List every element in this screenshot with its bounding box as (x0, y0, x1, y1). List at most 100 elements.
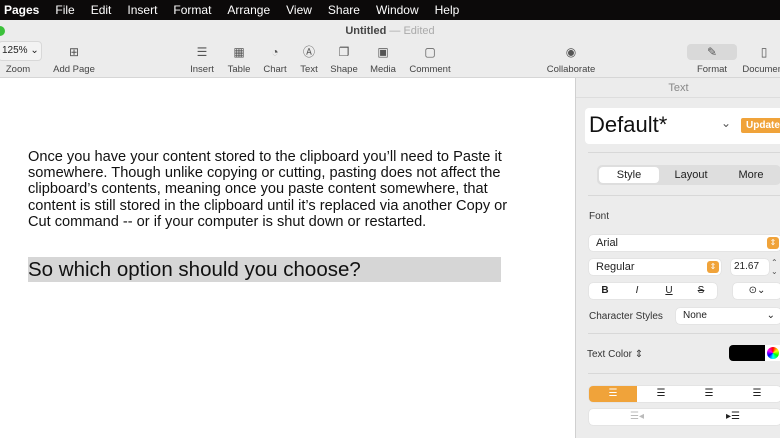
paragraph-style-picker[interactable]: Default* ⌄ Update (585, 108, 780, 144)
stepper-icon: ⇕ (707, 261, 719, 273)
style-name: Default* (589, 112, 668, 137)
justify-icon[interactable]: ☰ (733, 386, 780, 402)
color-wheel-icon (767, 347, 779, 359)
selected-heading[interactable]: So which option should you choose? (28, 257, 501, 282)
tab-more[interactable]: More (721, 165, 780, 185)
insert-icon: ☰ (196, 45, 208, 59)
divider (588, 195, 780, 196)
update-button[interactable]: Update (741, 118, 780, 133)
divider (588, 333, 780, 334)
doc-title: Untitled (345, 25, 387, 37)
character-styles-value: None (683, 310, 707, 321)
align-center-icon[interactable]: ☰ (637, 386, 685, 402)
typeface-select[interactable]: Regular ⇕ (589, 259, 721, 275)
divider (588, 152, 780, 153)
underline-button[interactable]: U (653, 283, 685, 299)
color-wheel-button[interactable] (765, 345, 780, 361)
divider (588, 373, 780, 374)
italic-button[interactable]: I (621, 283, 653, 299)
document-icon: ▯ (760, 45, 768, 59)
font-label: Font (589, 211, 610, 222)
insert-label: Insert (190, 64, 214, 75)
format-button[interactable]: ✎ Format (687, 44, 737, 75)
typeface-value: Regular (596, 261, 635, 273)
zoom-value: 125% (2, 45, 28, 56)
add-page-icon: ⊞ (68, 45, 80, 59)
zoom-label: Zoom (5, 64, 31, 75)
comment-button[interactable]: ▢ Comment (409, 44, 450, 75)
font-family-select[interactable]: Arial ⇕ (589, 235, 780, 251)
zoom-select[interactable]: 125% ⌄ (0, 41, 42, 61)
menu-bar: Pages File Edit Insert Format Arrange Vi… (0, 0, 780, 20)
collaborate-label: Collaborate (546, 64, 596, 75)
shape-button[interactable]: ❐ Shape (330, 44, 357, 75)
tab-style[interactable]: Style (599, 167, 659, 183)
indent-buttons: ☰◂ ▸☰ (589, 409, 780, 425)
character-styles-label: Character Styles (589, 311, 663, 322)
font-family-value: Arial (596, 237, 619, 249)
font-size-stepper[interactable]: ⌃ ⌄ (771, 258, 778, 276)
menu-help[interactable]: Help (435, 3, 460, 17)
text-color-label[interactable]: Text Color ⇕ (587, 349, 643, 360)
chart-label: Chart (263, 64, 287, 75)
add-page-button[interactable]: ⊞ Add Page (53, 44, 95, 75)
sidebar-header: Text (576, 78, 780, 98)
bold-button[interactable]: B (589, 283, 621, 299)
document-button[interactable]: ▯ Document (742, 44, 780, 75)
chart-button[interactable]: ◔ Chart (263, 44, 286, 75)
text-box-icon: Ⓐ (302, 45, 315, 59)
menu-format[interactable]: Format (173, 3, 211, 17)
collaborate-button[interactable]: ◉ Collaborate (547, 44, 596, 75)
text-color-well[interactable] (729, 345, 765, 361)
strikethrough-button[interactable]: S (685, 283, 717, 299)
shape-icon: ❐ (338, 45, 350, 59)
title-sep: — (389, 25, 401, 37)
media-button[interactable]: ▣ Media (370, 44, 396, 75)
chevron-down-icon: ⌄ (766, 310, 775, 321)
comment-label: Comment (409, 64, 451, 75)
increase-indent-icon[interactable]: ▸☰ (685, 409, 780, 425)
format-label: Format (696, 64, 728, 75)
format-sidebar: Text Default* ⌄ Update Style Layout More… (575, 78, 780, 438)
document-label: Document (742, 64, 780, 75)
paintbrush-icon: ✎ (687, 44, 737, 60)
chevron-down-icon[interactable]: ⌄ (721, 116, 731, 130)
add-page-label: Add Page (53, 64, 95, 75)
shape-label: Shape (330, 64, 358, 75)
menu-view[interactable]: View (286, 3, 312, 17)
collaborate-icon: ◉ (565, 45, 577, 59)
menu-app[interactable]: Pages (4, 3, 39, 17)
toolbar: Untitled — Edited 125% ⌄ Zoom ⊞ Add Page … (0, 20, 780, 78)
menu-arrange[interactable]: Arrange (227, 3, 270, 17)
menu-window[interactable]: Window (376, 3, 419, 17)
advanced-options-button[interactable]: ⊙⌄ (733, 283, 780, 299)
chart-icon: ◔ (271, 45, 279, 59)
comment-icon: ▢ (424, 45, 436, 59)
document-canvas[interactable]: Once you have your content stored to the… (0, 78, 575, 438)
insert-button[interactable]: ☰ Insert (190, 44, 214, 75)
table-label: Table (227, 64, 251, 75)
decrease-indent-icon[interactable]: ☰◂ (589, 409, 685, 425)
align-right-icon[interactable]: ☰ (685, 386, 733, 402)
table-button[interactable]: ▦ Table (228, 44, 251, 75)
text-label: Text (300, 64, 318, 75)
menu-file[interactable]: File (55, 3, 74, 17)
stepper-icon: ⇕ (767, 237, 779, 249)
align-left-icon[interactable]: ☰ (589, 386, 637, 402)
font-size-input[interactable]: 21.67 pt (731, 259, 769, 275)
text-color-label-text: Text Color (587, 349, 633, 360)
alignment-buttons: ☰ ☰ ☰ ☰ (589, 386, 780, 402)
window-title: Untitled — Edited (0, 25, 780, 37)
text-button[interactable]: Ⓐ Text (300, 44, 317, 75)
table-icon: ▦ (233, 45, 245, 59)
body-paragraph[interactable]: Once you have your content stored to the… (28, 149, 508, 230)
menu-share[interactable]: Share (328, 3, 360, 17)
font-style-buttons: B I U S (589, 283, 717, 299)
tab-layout[interactable]: Layout (661, 165, 721, 185)
media-icon: ▣ (377, 45, 389, 59)
edited-status: Edited (403, 25, 435, 37)
text-tabs: Style Layout More (597, 165, 780, 185)
menu-insert[interactable]: Insert (127, 3, 157, 17)
menu-edit[interactable]: Edit (91, 3, 112, 17)
character-styles-select[interactable]: None ⌄ (676, 308, 780, 324)
